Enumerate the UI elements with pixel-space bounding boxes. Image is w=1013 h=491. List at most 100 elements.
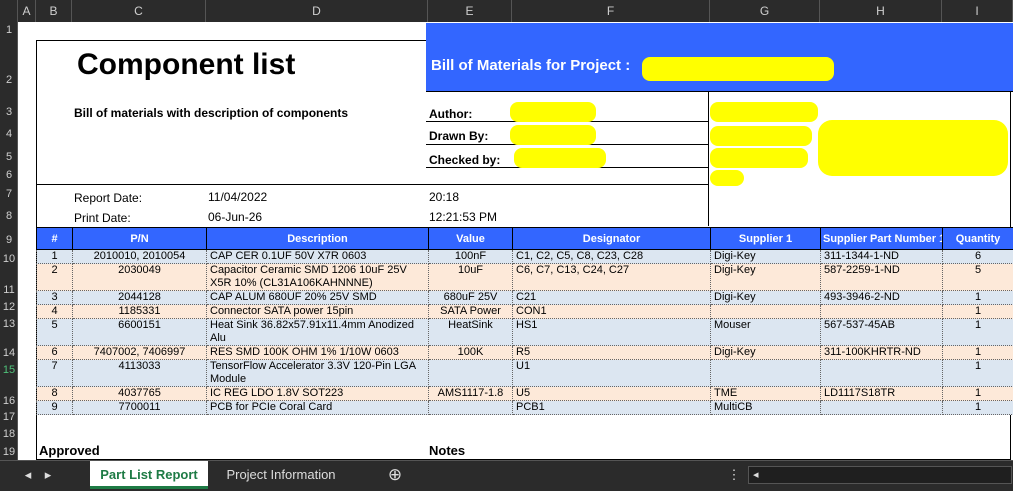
- row-number-cell[interactable]: 3: [37, 291, 73, 305]
- value-cell[interactable]: 100K: [429, 346, 513, 360]
- pn-cell[interactable]: 4037765: [73, 387, 207, 401]
- row-header[interactable]: 2: [0, 74, 18, 86]
- value-cell[interactable]: 10uF: [429, 264, 513, 291]
- col-header-b[interactable]: B: [36, 0, 72, 22]
- col-header-c[interactable]: C: [72, 0, 206, 22]
- tab-scroll-next-icon[interactable]: ▸: [38, 461, 58, 489]
- supplier-cell[interactable]: Digi-Key: [711, 291, 821, 305]
- scroll-left-icon[interactable]: ◂: [753, 467, 759, 483]
- designator-cell[interactable]: C1, C2, C5, C8, C23, C28: [513, 250, 711, 264]
- quantity-cell[interactable]: 1: [943, 291, 1013, 305]
- description-cell[interactable]: PCB for PCIe Coral Card: [207, 401, 429, 415]
- quantity-cell[interactable]: 1: [943, 401, 1013, 415]
- quantity-cell[interactable]: 1: [943, 387, 1013, 401]
- col-header-e[interactable]: E: [428, 0, 512, 22]
- description-cell[interactable]: CAP ALUM 680UF 20% 25V SMD: [207, 291, 429, 305]
- more-options-icon[interactable]: ⋮: [726, 461, 742, 489]
- value-cell[interactable]: AMS1117-1.8: [429, 387, 513, 401]
- supplier-cell[interactable]: Digi-Key: [711, 264, 821, 291]
- supplier-cell[interactable]: MultiCB: [711, 401, 821, 415]
- quantity-cell[interactable]: 1: [943, 360, 1013, 387]
- col-header-d[interactable]: D: [206, 0, 428, 22]
- supplier-cell[interactable]: Digi-Key: [711, 250, 821, 264]
- table-row[interactable]: 67407002, 7406997RES SMD 100K OHM 1% 1/1…: [37, 346, 1013, 360]
- row-number-cell[interactable]: 5: [37, 319, 73, 346]
- supplier-part-cell[interactable]: 587-2259-1-ND: [821, 264, 943, 291]
- description-cell[interactable]: IC REG LDO 1.8V SOT223: [207, 387, 429, 401]
- row-header[interactable]: 17: [0, 411, 18, 423]
- row-header[interactable]: 13: [0, 318, 18, 330]
- table-row[interactable]: 56600151Heat Sink 36.82x57.91x11.4mm Ano…: [37, 319, 1013, 346]
- tab-scroll-prev-icon[interactable]: ◂: [18, 461, 38, 489]
- col-header-i[interactable]: I: [942, 0, 1013, 22]
- quantity-cell[interactable]: 1: [943, 319, 1013, 346]
- col-quantity-header[interactable]: Quantity: [943, 228, 1013, 250]
- designator-cell[interactable]: PCB1: [513, 401, 711, 415]
- row-header[interactable]: 19: [0, 446, 18, 458]
- pn-cell[interactable]: 2010010, 2010054: [73, 250, 207, 264]
- row-header[interactable]: 16: [0, 395, 18, 407]
- supplier-part-cell[interactable]: LD1117S18TR: [821, 387, 943, 401]
- pn-cell[interactable]: 2030049: [73, 264, 207, 291]
- pn-cell[interactable]: 2044128: [73, 291, 207, 305]
- supplier-cell[interactable]: TME: [711, 387, 821, 401]
- description-cell[interactable]: TensorFlow Accelerator 3.3V 120-Pin LGA …: [207, 360, 429, 387]
- col-designator-header[interactable]: Designator: [513, 228, 711, 250]
- value-cell[interactable]: [429, 401, 513, 415]
- supplier-part-cell[interactable]: [821, 360, 943, 387]
- value-cell[interactable]: HeatSink: [429, 319, 513, 346]
- designator-cell[interactable]: U5: [513, 387, 711, 401]
- quantity-cell[interactable]: 6: [943, 250, 1013, 264]
- table-row[interactable]: 84037765IC REG LDO 1.8V SOT223AMS1117-1.…: [37, 387, 1013, 401]
- table-row[interactable]: 41185331Connector SATA power 15pinSATA P…: [37, 305, 1013, 319]
- pn-cell[interactable]: 7700011: [73, 401, 207, 415]
- row-header[interactable]: 11: [0, 284, 18, 296]
- horizontal-scrollbar[interactable]: ◂: [748, 466, 1012, 484]
- table-row[interactable]: 12010010, 2010054CAP CER 0.1UF 50V X7R 0…: [37, 250, 1013, 264]
- row-number-cell[interactable]: 6: [37, 346, 73, 360]
- designator-cell[interactable]: U1: [513, 360, 711, 387]
- supplier-part-cell[interactable]: [821, 305, 943, 319]
- col-supplier-part-header[interactable]: Supplier Part Number 1: [821, 228, 943, 250]
- designator-cell[interactable]: R5: [513, 346, 711, 360]
- designator-cell[interactable]: C21: [513, 291, 711, 305]
- col-header-a[interactable]: A: [18, 0, 36, 22]
- col-supplier-header[interactable]: Supplier 1: [711, 228, 821, 250]
- col-value-header[interactable]: Value: [429, 228, 513, 250]
- row-header[interactable]: 18: [0, 428, 18, 440]
- row-header[interactable]: 6: [0, 169, 18, 181]
- row-header[interactable]: 12: [0, 301, 18, 313]
- col-description-header[interactable]: Description: [207, 228, 429, 250]
- table-row[interactable]: 32044128CAP ALUM 680UF 20% 25V SMD680uF …: [37, 291, 1013, 305]
- row-header-selected[interactable]: 15: [0, 364, 18, 376]
- row-number-cell[interactable]: 9: [37, 401, 73, 415]
- description-cell[interactable]: Capacitor Ceramic SMD 1206 10uF 25V X5R …: [207, 264, 429, 291]
- row-header[interactable]: 3: [0, 106, 18, 118]
- supplier-cell[interactable]: [711, 360, 821, 387]
- supplier-part-cell[interactable]: 311-1344-1-ND: [821, 250, 943, 264]
- select-all-corner[interactable]: [0, 0, 18, 22]
- designator-cell[interactable]: CON1: [513, 305, 711, 319]
- supplier-part-cell[interactable]: 493-3946-2-ND: [821, 291, 943, 305]
- col-pn-header[interactable]: P/N: [73, 228, 207, 250]
- designator-cell[interactable]: C6, C7, C13, C24, C27: [513, 264, 711, 291]
- designator-cell[interactable]: HS1: [513, 319, 711, 346]
- table-row[interactable]: 74113033TensorFlow Accelerator 3.3V 120-…: [37, 360, 1013, 387]
- pn-cell[interactable]: 1185331: [73, 305, 207, 319]
- col-number-header[interactable]: #: [37, 228, 73, 250]
- row-header[interactable]: 10: [0, 253, 18, 265]
- supplier-part-cell[interactable]: 567-537-45AB: [821, 319, 943, 346]
- row-number-cell[interactable]: 8: [37, 387, 73, 401]
- row-header[interactable]: 7: [0, 188, 18, 200]
- row-number-cell[interactable]: 7: [37, 360, 73, 387]
- description-cell[interactable]: CAP CER 0.1UF 50V X7R 0603: [207, 250, 429, 264]
- value-cell[interactable]: 680uF 25V: [429, 291, 513, 305]
- col-header-f[interactable]: F: [512, 0, 710, 22]
- value-cell[interactable]: 100nF: [429, 250, 513, 264]
- add-sheet-icon[interactable]: ⊕: [382, 461, 408, 489]
- pn-cell[interactable]: 6600151: [73, 319, 207, 346]
- row-number-cell[interactable]: 2: [37, 264, 73, 291]
- value-cell[interactable]: SATA Power: [429, 305, 513, 319]
- quantity-cell[interactable]: 1: [943, 305, 1013, 319]
- row-number-cell[interactable]: 4: [37, 305, 73, 319]
